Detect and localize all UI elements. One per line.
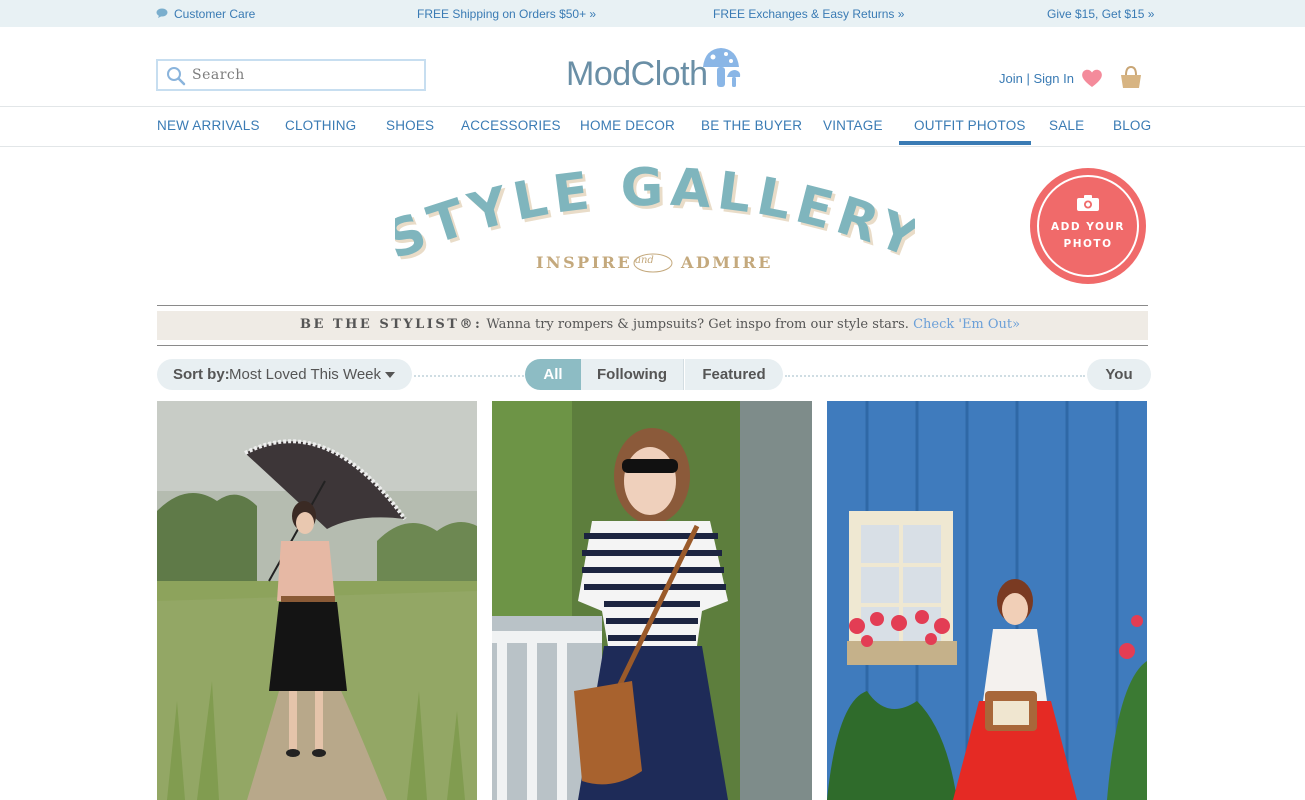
dotted-divider [414,375,524,377]
nav-outfit-photos[interactable]: OUTFIT PHOTOS [914,118,1026,133]
promo-bar: Customer Care FREE Shipping on Orders $5… [0,0,1305,27]
nav-vintage[interactable]: VINTAGE [823,118,883,133]
camera-icon [1077,195,1099,211]
subtitle-inspire: INSPIRE [536,253,633,272]
free-exchanges-link[interactable]: FREE Exchanges & Easy Returns » [713,7,904,21]
nav-home-decor[interactable]: HOME DECOR [580,118,675,133]
tab-you[interactable]: You [1087,359,1151,390]
check-em-out-link[interactable]: Check 'Em Out» [913,317,1020,332]
sort-dropdown[interactable]: Sort by: Most Loved This Week [157,359,412,390]
site-header: ModCloth Join | Sign In [0,27,1305,107]
mushroom-logo-icon [703,48,741,87]
tab-all[interactable]: All [525,359,581,390]
inspire-admire-subtitle: INSPIRE and ADMIRE [536,253,776,277]
logo-text: ModCloth [566,55,708,93]
modcloth-logo[interactable]: ModCloth [566,43,746,97]
outfit-photo-3[interactable] [827,401,1147,800]
customer-care-link[interactable]: Customer Care [174,7,255,21]
search-icon [167,67,186,86]
nav-blog[interactable]: BLOG [1113,118,1151,133]
add-your-photo-label: ADD YOUR PHOTO [1051,221,1125,250]
search-box[interactable] [156,59,426,91]
speech-bubble-icon [156,8,168,18]
sort-label: Sort by: [173,366,230,383]
free-shipping-link[interactable]: FREE Shipping on Orders $50+ » [417,7,596,21]
tab-featured[interactable]: Featured [685,359,783,390]
heart-icon[interactable] [1081,67,1103,89]
give-get-link[interactable]: Give $15, Get $15 » [1047,7,1154,21]
sort-value: Most Loved This Week [229,366,382,383]
banner-rule-top [157,305,1148,306]
dotted-divider [785,375,1085,377]
search-input[interactable] [192,65,417,85]
banner-message: Wanna try rompers & jumpsuits? Get inspo… [482,317,914,332]
main-nav: NEW ARRIVALS CLOTHING SHOES ACCESSORIES … [0,107,1305,147]
banner-lead: BE THE STYLIST®: [300,317,483,332]
outfit-photo-striped-tee [492,401,812,800]
nav-accessories[interactable]: ACCESSORIES [461,118,561,133]
subtitle-admire: ADMIRE [681,253,773,272]
outfit-photo-blue-barn [827,401,1147,800]
shopping-bag-icon[interactable] [1119,64,1143,90]
nav-new-arrivals[interactable]: NEW ARRIVALS [157,118,260,133]
join-sign-in-link[interactable]: Join | Sign In [999,71,1074,86]
nav-be-the-buyer[interactable]: BE THE BUYER [701,118,802,133]
outfit-photo-1[interactable] [157,401,477,800]
nav-active-indicator [899,141,1031,145]
outfit-photo-umbrella [157,401,477,800]
outfit-photo-2[interactable] [492,401,812,800]
subtitle-and: and [635,255,654,266]
nav-clothing[interactable]: CLOTHING [285,118,356,133]
stylist-banner-text: BE THE STYLIST®: Wanna try rompers & jum… [300,317,1020,332]
nav-sale[interactable]: SALE [1049,118,1084,133]
nav-shoes[interactable]: SHOES [386,118,434,133]
banner-rule-bottom [157,345,1148,346]
chevron-down-icon [385,372,395,378]
tab-following[interactable]: Following [581,359,684,390]
